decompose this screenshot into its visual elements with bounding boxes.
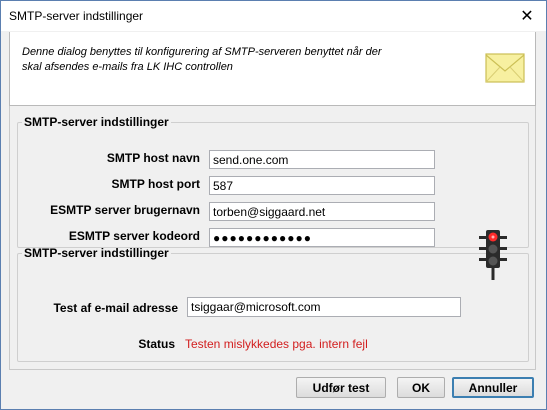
password-label: ESMTP server kodeord xyxy=(68,229,200,243)
traffic-light-red-icon xyxy=(479,230,507,280)
title-bar: SMTP-server indstillinger ✕ xyxy=(1,1,546,31)
smtp-settings-dialog: SMTP-server indstillinger ✕ Denne dialog… xyxy=(0,0,547,410)
test-email-input[interactable] xyxy=(187,297,461,317)
close-icon: ✕ xyxy=(520,8,534,25)
intro-text: Denne dialog benyttes til konfigurering … xyxy=(22,46,382,73)
test-settings-legend: SMTP-server indstillinger xyxy=(24,246,169,260)
intro-banner: Denne dialog benyttes til konfigurering … xyxy=(9,32,536,106)
username-input[interactable] xyxy=(209,202,435,221)
test-settings-group: SMTP-server indstillinger Test af e-mail… xyxy=(17,246,529,362)
host-port-input[interactable] xyxy=(209,176,435,195)
server-settings-group: SMTP-server indstillinger SMTP host navn… xyxy=(17,115,529,248)
status-message: Testen mislykkedes pga. intern fejl xyxy=(185,337,368,351)
host-port-label: SMTP host port xyxy=(111,177,200,191)
server-settings-legend: SMTP-server indstillinger xyxy=(24,115,169,129)
status-label: Status xyxy=(138,337,175,351)
window-title: SMTP-server indstillinger xyxy=(9,9,144,23)
host-name-label: SMTP host navn xyxy=(106,151,200,165)
settings-panel: SMTP-server indstillinger SMTP host navn… xyxy=(9,106,536,370)
test-email-label: Test af e-mail adresse xyxy=(53,301,178,315)
password-input[interactable] xyxy=(209,228,435,247)
username-label: ESMTP server brugernavn xyxy=(50,203,200,217)
host-name-input[interactable] xyxy=(209,150,435,169)
close-button[interactable]: ✕ xyxy=(516,6,538,26)
ok-button[interactable]: OK xyxy=(397,377,445,398)
cancel-button[interactable]: Annuller xyxy=(452,377,534,398)
envelope-icon xyxy=(485,53,525,83)
run-test-button[interactable]: Udfør test xyxy=(296,377,386,398)
